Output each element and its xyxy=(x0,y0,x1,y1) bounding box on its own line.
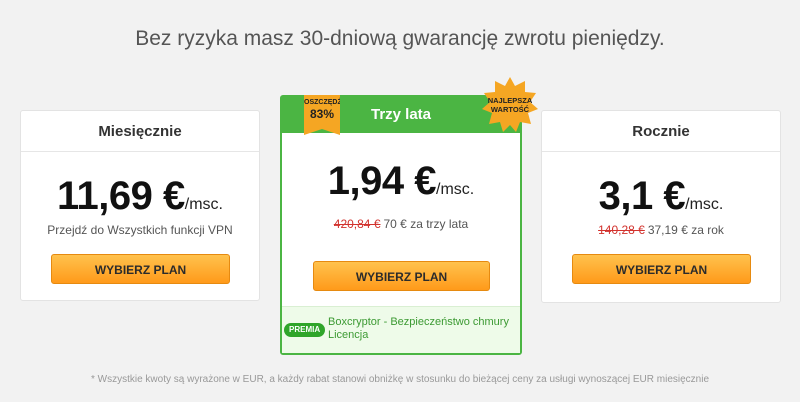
plan-price: 3,1 €/msc. xyxy=(542,174,780,219)
plan-note: Przejdź do Wszystkich funkcji VPN xyxy=(47,223,233,237)
bonus-tag: PREMIA xyxy=(284,323,326,337)
plan-total: 37,19 € za rok xyxy=(647,223,724,237)
bonus-line-2: Licencja xyxy=(328,329,369,341)
plan-card-three-year: Trzy lata OSZCZĘDŹ 83% NAJLEPSZA WARTOŚĆ… xyxy=(280,77,538,355)
discount-label: OSZCZĘDŹ xyxy=(304,99,342,106)
plan-note: 420,84 €70 € za trzy lata xyxy=(282,217,520,231)
plan-title: Miesięcznie xyxy=(21,113,259,152)
pricing-footnote: * Wszystkie kwoty są wyrażone w EUR, a k… xyxy=(90,374,710,385)
badge-line-1: NAJLEPSZA xyxy=(487,96,533,105)
bonus-section: PREMIA Boxcryptor - Bezpieczeństwo chmur… xyxy=(282,306,520,353)
plan-title: Rocznie xyxy=(542,113,780,152)
plan-note: 140,28 €37,19 € za rok xyxy=(542,223,780,237)
price-period: /msc. xyxy=(184,196,223,213)
choose-plan-button[interactable]: WYBIERZ PLAN xyxy=(51,254,230,284)
price-amount: 1,94 € xyxy=(327,159,437,203)
plan-card-yearly: Rocznie 3,1 €/msc. 140,28 €37,19 € za ro… xyxy=(541,110,781,303)
plan-price: 11,69 €/msc. xyxy=(21,174,259,219)
choose-plan-button[interactable]: WYBIERZ PLAN xyxy=(313,261,490,291)
price-amount: 3,1 € xyxy=(598,174,686,218)
badge-line-2: WARTOŚĆ xyxy=(490,105,530,114)
discount-value: 83% xyxy=(309,107,335,121)
bonus-description: Boxcryptor - Bezpieczeństwo chmury Licen… xyxy=(328,316,509,342)
old-price: 140,28 € xyxy=(598,223,645,237)
plan-total: 70 € za trzy lata xyxy=(383,217,469,231)
bonus-line-1: Boxcryptor - Bezpieczeństwo chmury xyxy=(328,316,509,328)
best-value-badge: NAJLEPSZA WARTOŚĆ xyxy=(482,77,538,133)
discount-ribbon: OSZCZĘDŹ 83% xyxy=(304,95,340,135)
price-amount: 11,69 € xyxy=(57,174,185,218)
plan-card-monthly: Miesięcznie 11,69 €/msc. Przejdź do Wszy… xyxy=(20,110,260,301)
old-price: 420,84 € xyxy=(333,217,381,231)
price-period: /msc. xyxy=(436,181,475,198)
plan-price: 1,94 €/msc. xyxy=(282,159,520,204)
price-period: /msc. xyxy=(685,196,724,213)
choose-plan-button[interactable]: WYBIERZ PLAN xyxy=(572,254,751,284)
page-headline: Bez ryzyka masz 30-dniową gwarancję zwro… xyxy=(135,27,665,50)
